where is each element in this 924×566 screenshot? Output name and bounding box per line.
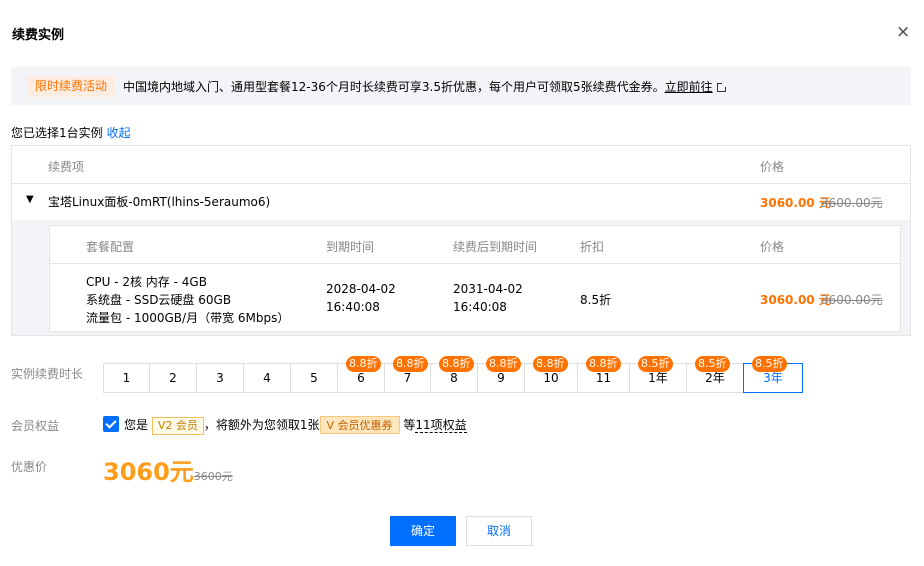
member-benefit-text: 您是 V2 会员 ，将额外为您领取1张 V 会员优惠券 等11项权益 — [124, 416, 467, 435]
duration-option-label: 9 — [497, 371, 505, 385]
renew-expire-time: 16:40:08 — [453, 300, 507, 314]
promo-text-wrap: 中国境内地域入门、通用型套餐12-36个月时长续费可享3.5折优惠，每个用户可领… — [123, 78, 727, 95]
final-original-price: 3600元 — [193, 470, 233, 483]
duration-option-label: 6 — [357, 371, 365, 385]
discount-badge: 8.5折 — [638, 356, 673, 372]
col-item-header: 续费项 — [48, 160, 85, 174]
duration-option[interactable]: 11 8.8折 — [577, 356, 630, 393]
col-expire-header: 到期时间 — [326, 240, 375, 254]
renew-table: 续费项 价格 ▼ 宝塔Linux面板-0mRT(lhins-5eraumo6) … — [11, 145, 911, 336]
promo-tag: 限时续费活动 — [27, 76, 116, 97]
discount-value: 8.5折 — [580, 293, 612, 307]
col-renew-expire-header: 续费后到期时间 — [453, 240, 538, 254]
member-benefits-link[interactable]: 11项权益 — [415, 418, 467, 433]
discount-badge: 8.8折 — [439, 356, 474, 372]
duration-option[interactable]: 10 8.8折 — [524, 356, 578, 393]
config-disk: 系统盘 - SSD云硬盘 60GB — [86, 293, 232, 307]
close-icon[interactable]: × — [896, 22, 910, 42]
duration-option[interactable]: 4 — [243, 363, 291, 393]
discount-badge: 8.8折 — [586, 356, 621, 372]
duration-option-label: 10 — [543, 371, 559, 385]
expire-time: 16:40:08 — [326, 300, 380, 314]
discount-badge: 8.8折 — [486, 356, 521, 372]
member-label: 会员权益 — [11, 419, 60, 433]
cancel-button[interactable]: 取消 — [466, 516, 532, 546]
col-discount-header: 折扣 — [580, 240, 605, 254]
duration-option[interactable]: 2年 8.5折 — [686, 356, 744, 393]
duration-option-label: 3 — [216, 371, 224, 385]
detail-original-price: 3600.00元 — [821, 293, 883, 307]
duration-option-label: 1年 — [648, 371, 668, 385]
dialog-title: 续费实例 — [12, 28, 65, 43]
duration-option-label: 11 — [595, 371, 612, 385]
member-suffix: 等 — [403, 418, 416, 432]
instance-detail-panel: 套餐配置 到期时间 续费后到期时间 折扣 价格 CPU - 2核 内存 - 4G… — [12, 220, 910, 335]
instance-row[interactable]: ▼ 宝塔Linux面板-0mRT(lhins-5eraumo6) 3060.00… — [12, 184, 910, 220]
discount-badge: 8.8折 — [533, 356, 568, 372]
duration-option[interactable]: 3 — [196, 363, 244, 393]
duration-option-label: 7 — [403, 371, 412, 385]
member-middle: ，将额外为您领取1张 — [203, 418, 320, 432]
expire-date: 2028-04-02 — [326, 282, 396, 296]
instance-original-price: 3600.00元 — [821, 196, 883, 210]
duration-option-label: 8 — [450, 371, 458, 385]
discount-badge: 8.5折 — [752, 356, 787, 372]
config-cpu-mem: CPU - 2核 内存 - 4GB — [86, 275, 207, 289]
duration-option-label: 1 — [122, 371, 131, 385]
duration-label: 实例续费时长 — [11, 367, 84, 381]
selection-summary: 您已选择1台实例 收起 — [11, 124, 131, 141]
caret-down-icon[interactable]: ▼ — [26, 194, 34, 205]
table-header: 续费项 价格 — [12, 146, 910, 184]
col-config-header: 套餐配置 — [86, 240, 135, 254]
detail-table: 套餐配置 到期时间 续费后到期时间 折扣 价格 CPU - 2核 内存 - 4G… — [49, 225, 901, 332]
member-coupon-tag: V 会员优惠券 — [319, 416, 400, 434]
col-price-header: 价格 — [760, 160, 785, 174]
renew-expire-date: 2031-04-02 — [453, 282, 523, 296]
duration-selector: 1 2 3 4 5 6 8.8折 7 8.8折 8 8.8折 9 8.8折 10 8.8折 11 8.8折 1年 8… — [103, 356, 820, 393]
discount-badge: 8.8折 — [346, 356, 381, 372]
duration-option-label: 2 — [169, 371, 177, 385]
duration-option-label: 5 — [310, 371, 318, 385]
duration-option-label: 4 — [263, 371, 271, 385]
duration-option[interactable]: 2 — [149, 363, 197, 393]
duration-option-label: 3年 — [763, 371, 783, 385]
discount-badge: 8.8折 — [393, 356, 428, 372]
col-detail-price-header: 价格 — [760, 240, 785, 254]
duration-option[interactable]: 8 8.8折 — [430, 356, 478, 393]
confirm-button[interactable]: 确定 — [390, 516, 456, 546]
selection-text: 您已选择1台实例 — [11, 126, 103, 140]
duration-option[interactable]: 5 — [290, 363, 338, 393]
duration-option[interactable]: 3年 8.5折 — [743, 356, 803, 393]
collapse-link[interactable]: 收起 — [107, 126, 131, 140]
instance-name: 宝塔Linux面板-0mRT(lhins-5eraumo6) — [48, 195, 271, 209]
member-prefix: 您是 — [124, 418, 149, 432]
final-price-label: 优惠价 — [11, 460, 48, 474]
external-link-icon[interactable] — [716, 82, 727, 92]
discount-badge: 8.5折 — [695, 356, 730, 372]
promo-link[interactable]: 立即前往 — [665, 80, 713, 94]
duration-option[interactable]: 1年 8.5折 — [629, 356, 687, 393]
promo-text: 中国境内地域入门、通用型套餐12-36个月时长续费可享3.5折优惠，每个用户可领… — [123, 80, 665, 94]
promo-banner: 限时续费活动 中国境内地域入门、通用型套餐12-36个月时长续费可享3.5折优惠… — [11, 67, 911, 105]
config-traffic: 流量包 - 1000GB/月（带宽 6Mbps） — [86, 311, 290, 325]
detail-header: 套餐配置 到期时间 续费后到期时间 折扣 价格 — [50, 226, 900, 264]
member-checkbox[interactable] — [103, 416, 119, 432]
duration-option[interactable]: 7 8.8折 — [384, 356, 431, 393]
duration-option-label: 2年 — [705, 371, 725, 385]
member-level-tag: V2 会员 — [151, 417, 204, 435]
duration-option[interactable]: 1 — [103, 363, 150, 393]
final-price: 3060元 — [103, 458, 194, 486]
final-price-wrap: 3060元3600元 — [103, 452, 233, 487]
duration-option[interactable]: 6 8.8折 — [337, 356, 385, 393]
duration-option[interactable]: 9 8.8折 — [477, 356, 525, 393]
